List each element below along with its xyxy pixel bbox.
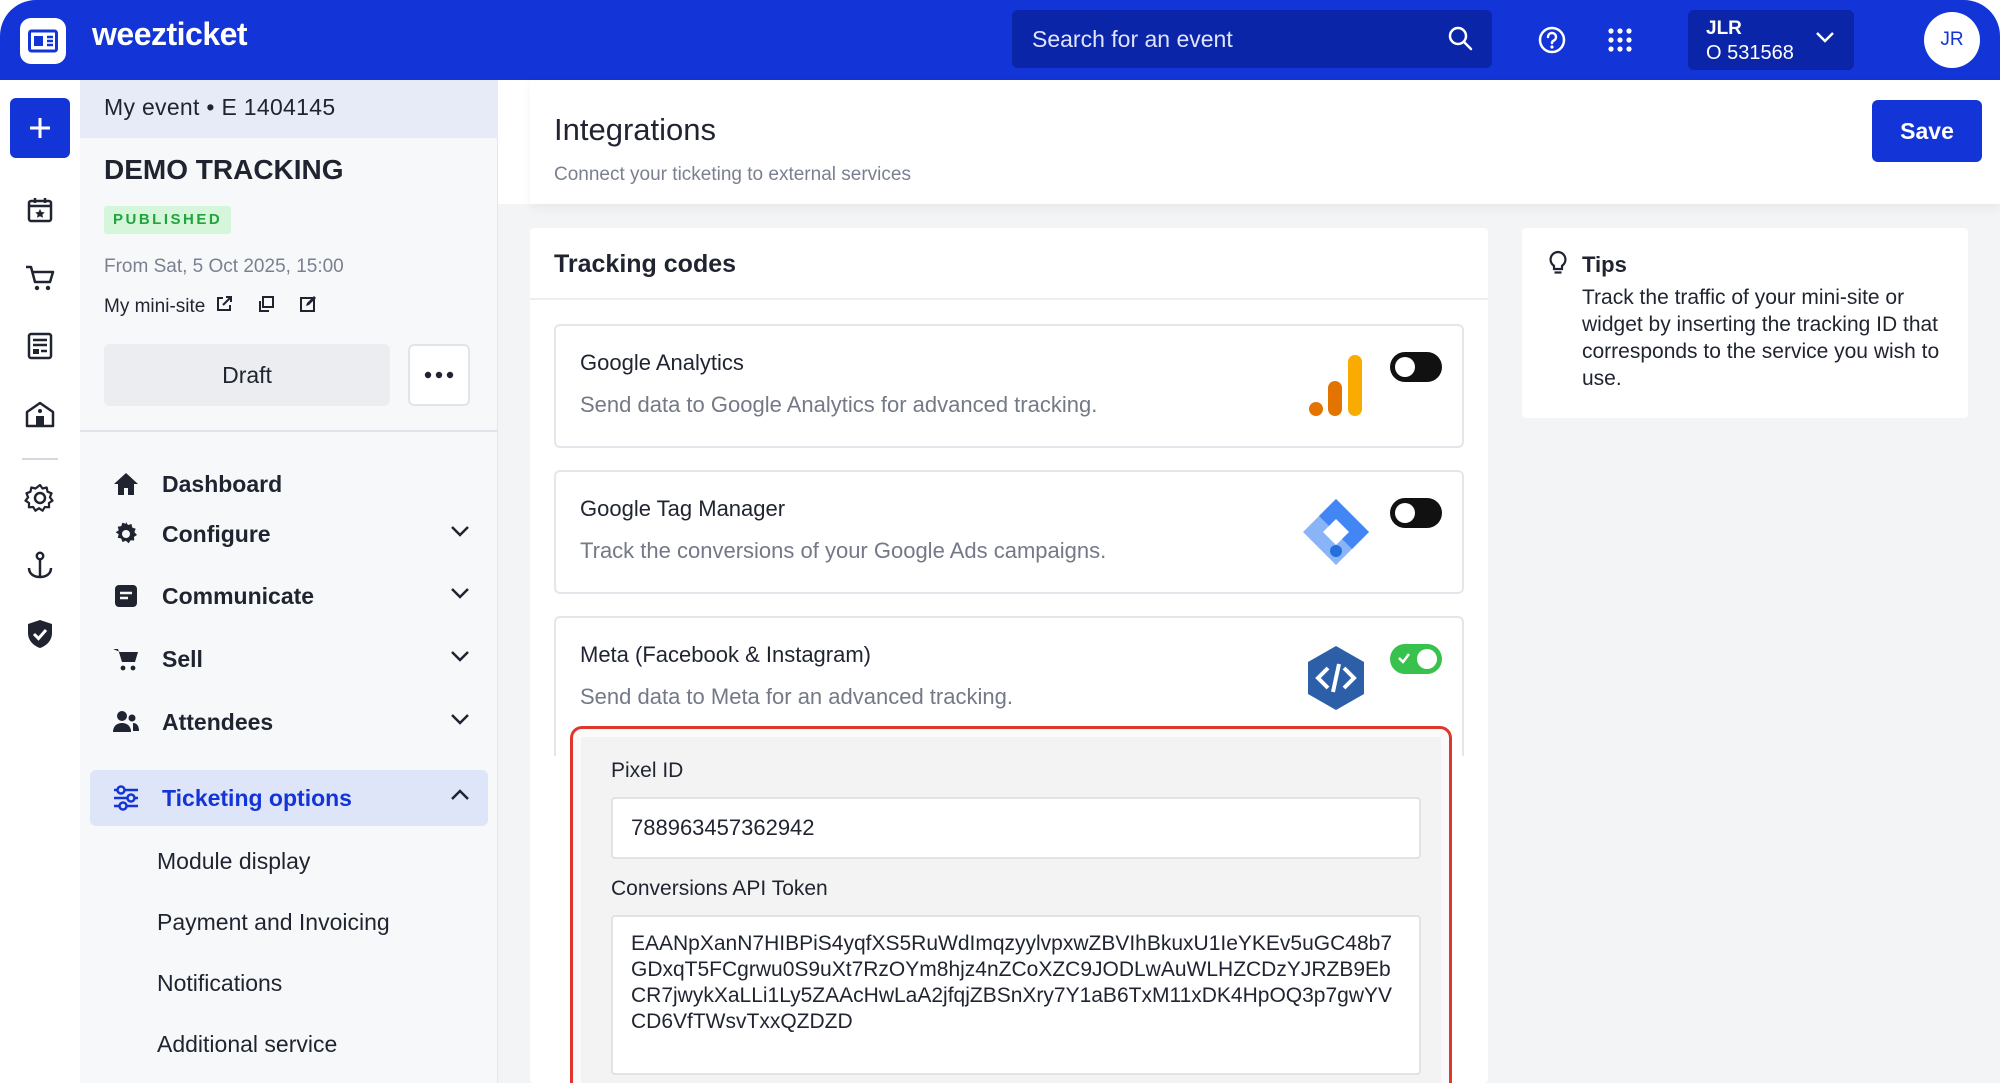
message-icon xyxy=(108,583,144,609)
shield-icon[interactable] xyxy=(20,614,60,654)
nav-label: Communicate xyxy=(162,582,315,609)
google-analytics-toggle[interactable] xyxy=(1390,352,1442,382)
integration-name: Google Analytics xyxy=(580,350,744,375)
nav-item-sell[interactable]: Sell xyxy=(90,631,488,687)
event-header[interactable]: My event • E 1404145 xyxy=(80,80,498,138)
google-analytics-logo xyxy=(1296,346,1376,426)
chevron-down-icon xyxy=(1814,30,1836,49)
gear-icon xyxy=(108,521,144,547)
more-icon xyxy=(424,366,454,384)
cart-icon xyxy=(108,646,144,672)
chevron-down-icon xyxy=(450,524,470,542)
calendar-icon[interactable] xyxy=(20,190,60,230)
save-button[interactable]: Save xyxy=(1872,100,1982,162)
external-link-icon[interactable] xyxy=(215,295,233,319)
apps-grid-icon[interactable] xyxy=(1600,20,1640,60)
integration-name: Meta (Facebook & Instagram) xyxy=(580,642,872,667)
page-header: Integrations Connect your ticketing to e… xyxy=(530,80,2000,204)
google-tag-manager-toggle[interactable] xyxy=(1390,498,1442,528)
nav-label: Ticketing options xyxy=(162,784,352,811)
chevron-down-icon xyxy=(450,712,470,730)
edit-icon[interactable] xyxy=(299,295,317,319)
draft-button[interactable]: Draft xyxy=(104,344,390,406)
search-icon[interactable] xyxy=(1446,24,1474,57)
ticket-logo-icon[interactable] xyxy=(20,18,66,64)
chevron-up-icon xyxy=(450,788,470,806)
sub-item-module-display[interactable]: Module display xyxy=(157,848,310,875)
section-divider xyxy=(530,298,1488,300)
settings-icon[interactable] xyxy=(20,478,60,518)
meta-settings-form: Pixel ID Conversions API Token EAANpXanN… xyxy=(581,737,1441,1083)
toggle-knob xyxy=(1395,357,1415,377)
meta-toggle[interactable] xyxy=(1390,644,1442,674)
search-input[interactable] xyxy=(1012,10,1412,68)
report-icon[interactable] xyxy=(20,326,60,366)
pixel-id-input[interactable] xyxy=(611,797,1421,859)
sub-item-notifications[interactable]: Notifications xyxy=(157,970,282,997)
pixel-id-label: Pixel ID xyxy=(611,759,684,782)
conversions-api-token-input[interactable]: EAANpXanN7HIBPiS4yqfXS5RuWdImqzyylvpxwZB… xyxy=(611,915,1421,1075)
google-tag-manager-logo xyxy=(1296,492,1376,572)
add-icon[interactable] xyxy=(10,98,70,158)
more-options-button[interactable] xyxy=(408,344,470,406)
nav-item-communicate[interactable]: Communicate xyxy=(90,568,488,624)
integration-description: Send data to Google Analytics for advanc… xyxy=(580,392,1098,417)
nav-item-configure[interactable]: Configure xyxy=(90,506,488,562)
top-bar: weezticket JLR O 531568 JR xyxy=(0,0,2000,80)
event-date: From Sat, 5 Oct 2025, 15:00 xyxy=(104,256,344,277)
chevron-down-icon xyxy=(450,649,470,667)
help-icon[interactable] xyxy=(1532,20,1572,60)
anchor-icon[interactable] xyxy=(20,546,60,586)
event-title: DEMO TRACKING xyxy=(104,154,344,185)
toggle-knob xyxy=(1417,649,1437,669)
search-box[interactable] xyxy=(1012,10,1492,68)
code-icon xyxy=(1296,638,1376,718)
avatar[interactable]: JR xyxy=(1924,12,1980,68)
icon-rail xyxy=(0,80,80,1083)
meta-settings-highlight: Pixel ID Conversions API Token EAANpXanN… xyxy=(570,726,1452,1083)
page-subtitle: Connect your ticketing to external servi… xyxy=(554,164,911,185)
sub-item-additional-service[interactable]: Additional service xyxy=(157,1031,337,1058)
sliders-icon xyxy=(108,785,144,811)
brand-name[interactable]: weezticket xyxy=(92,16,248,53)
sub-item-payment-invoicing[interactable]: Payment and Invoicing xyxy=(157,909,390,936)
sidebar-divider xyxy=(80,430,498,432)
event-sidebar: My event • E 1404145 DEMO TRACKING PUBLI… xyxy=(80,80,498,1083)
section-title: Tracking codes xyxy=(554,250,737,278)
home-icon xyxy=(108,471,144,497)
check-icon xyxy=(1398,653,1410,664)
rail-divider xyxy=(22,458,58,460)
venue-icon[interactable] xyxy=(20,394,60,434)
integration-card-google-analytics: Google Analytics Send data to Google Ana… xyxy=(554,324,1464,448)
integration-description: Track the conversions of your Google Ads… xyxy=(580,538,1107,563)
nav-label: Dashboard xyxy=(162,470,283,497)
page-title: Integrations xyxy=(554,112,716,147)
nav-label: Configure xyxy=(162,520,271,547)
integration-card-google-tag-manager: Google Tag Manager Track the conversions… xyxy=(554,470,1464,594)
lightbulb-icon xyxy=(1548,250,1568,281)
account-switcher[interactable]: JLR O 531568 xyxy=(1688,10,1854,70)
toggle-knob xyxy=(1395,503,1415,523)
tips-panel: Tips Track the traffic of your mini-site… xyxy=(1522,228,1968,418)
integration-name: Google Tag Manager xyxy=(580,496,786,521)
tips-title: Tips xyxy=(1582,252,1627,277)
cart-icon[interactable] xyxy=(20,258,60,298)
account-number: O 531568 xyxy=(1706,42,1794,64)
account-code: JLR xyxy=(1706,18,1742,39)
chevron-down-icon xyxy=(450,586,470,604)
copy-icon[interactable] xyxy=(257,295,275,319)
integration-description: Send data to Meta for an advanced tracki… xyxy=(580,684,1013,709)
status-badge: PUBLISHED xyxy=(104,206,232,234)
nav-item-attendees[interactable]: Attendees xyxy=(90,694,488,750)
conversions-api-token-label: Conversions API Token xyxy=(611,877,828,900)
minisite-link[interactable]: My mini-site xyxy=(104,296,205,318)
nav-label: Attendees xyxy=(162,708,274,735)
nav-label: Sell xyxy=(162,645,203,672)
users-icon xyxy=(108,709,144,735)
nav-item-ticketing-options[interactable]: Ticketing options xyxy=(90,770,488,826)
nav-item-dashboard[interactable]: Dashboard xyxy=(90,456,488,512)
tips-text: Track the traffic of your mini-site or w… xyxy=(1582,286,1940,390)
minisite-row: My mini-site xyxy=(104,295,317,319)
